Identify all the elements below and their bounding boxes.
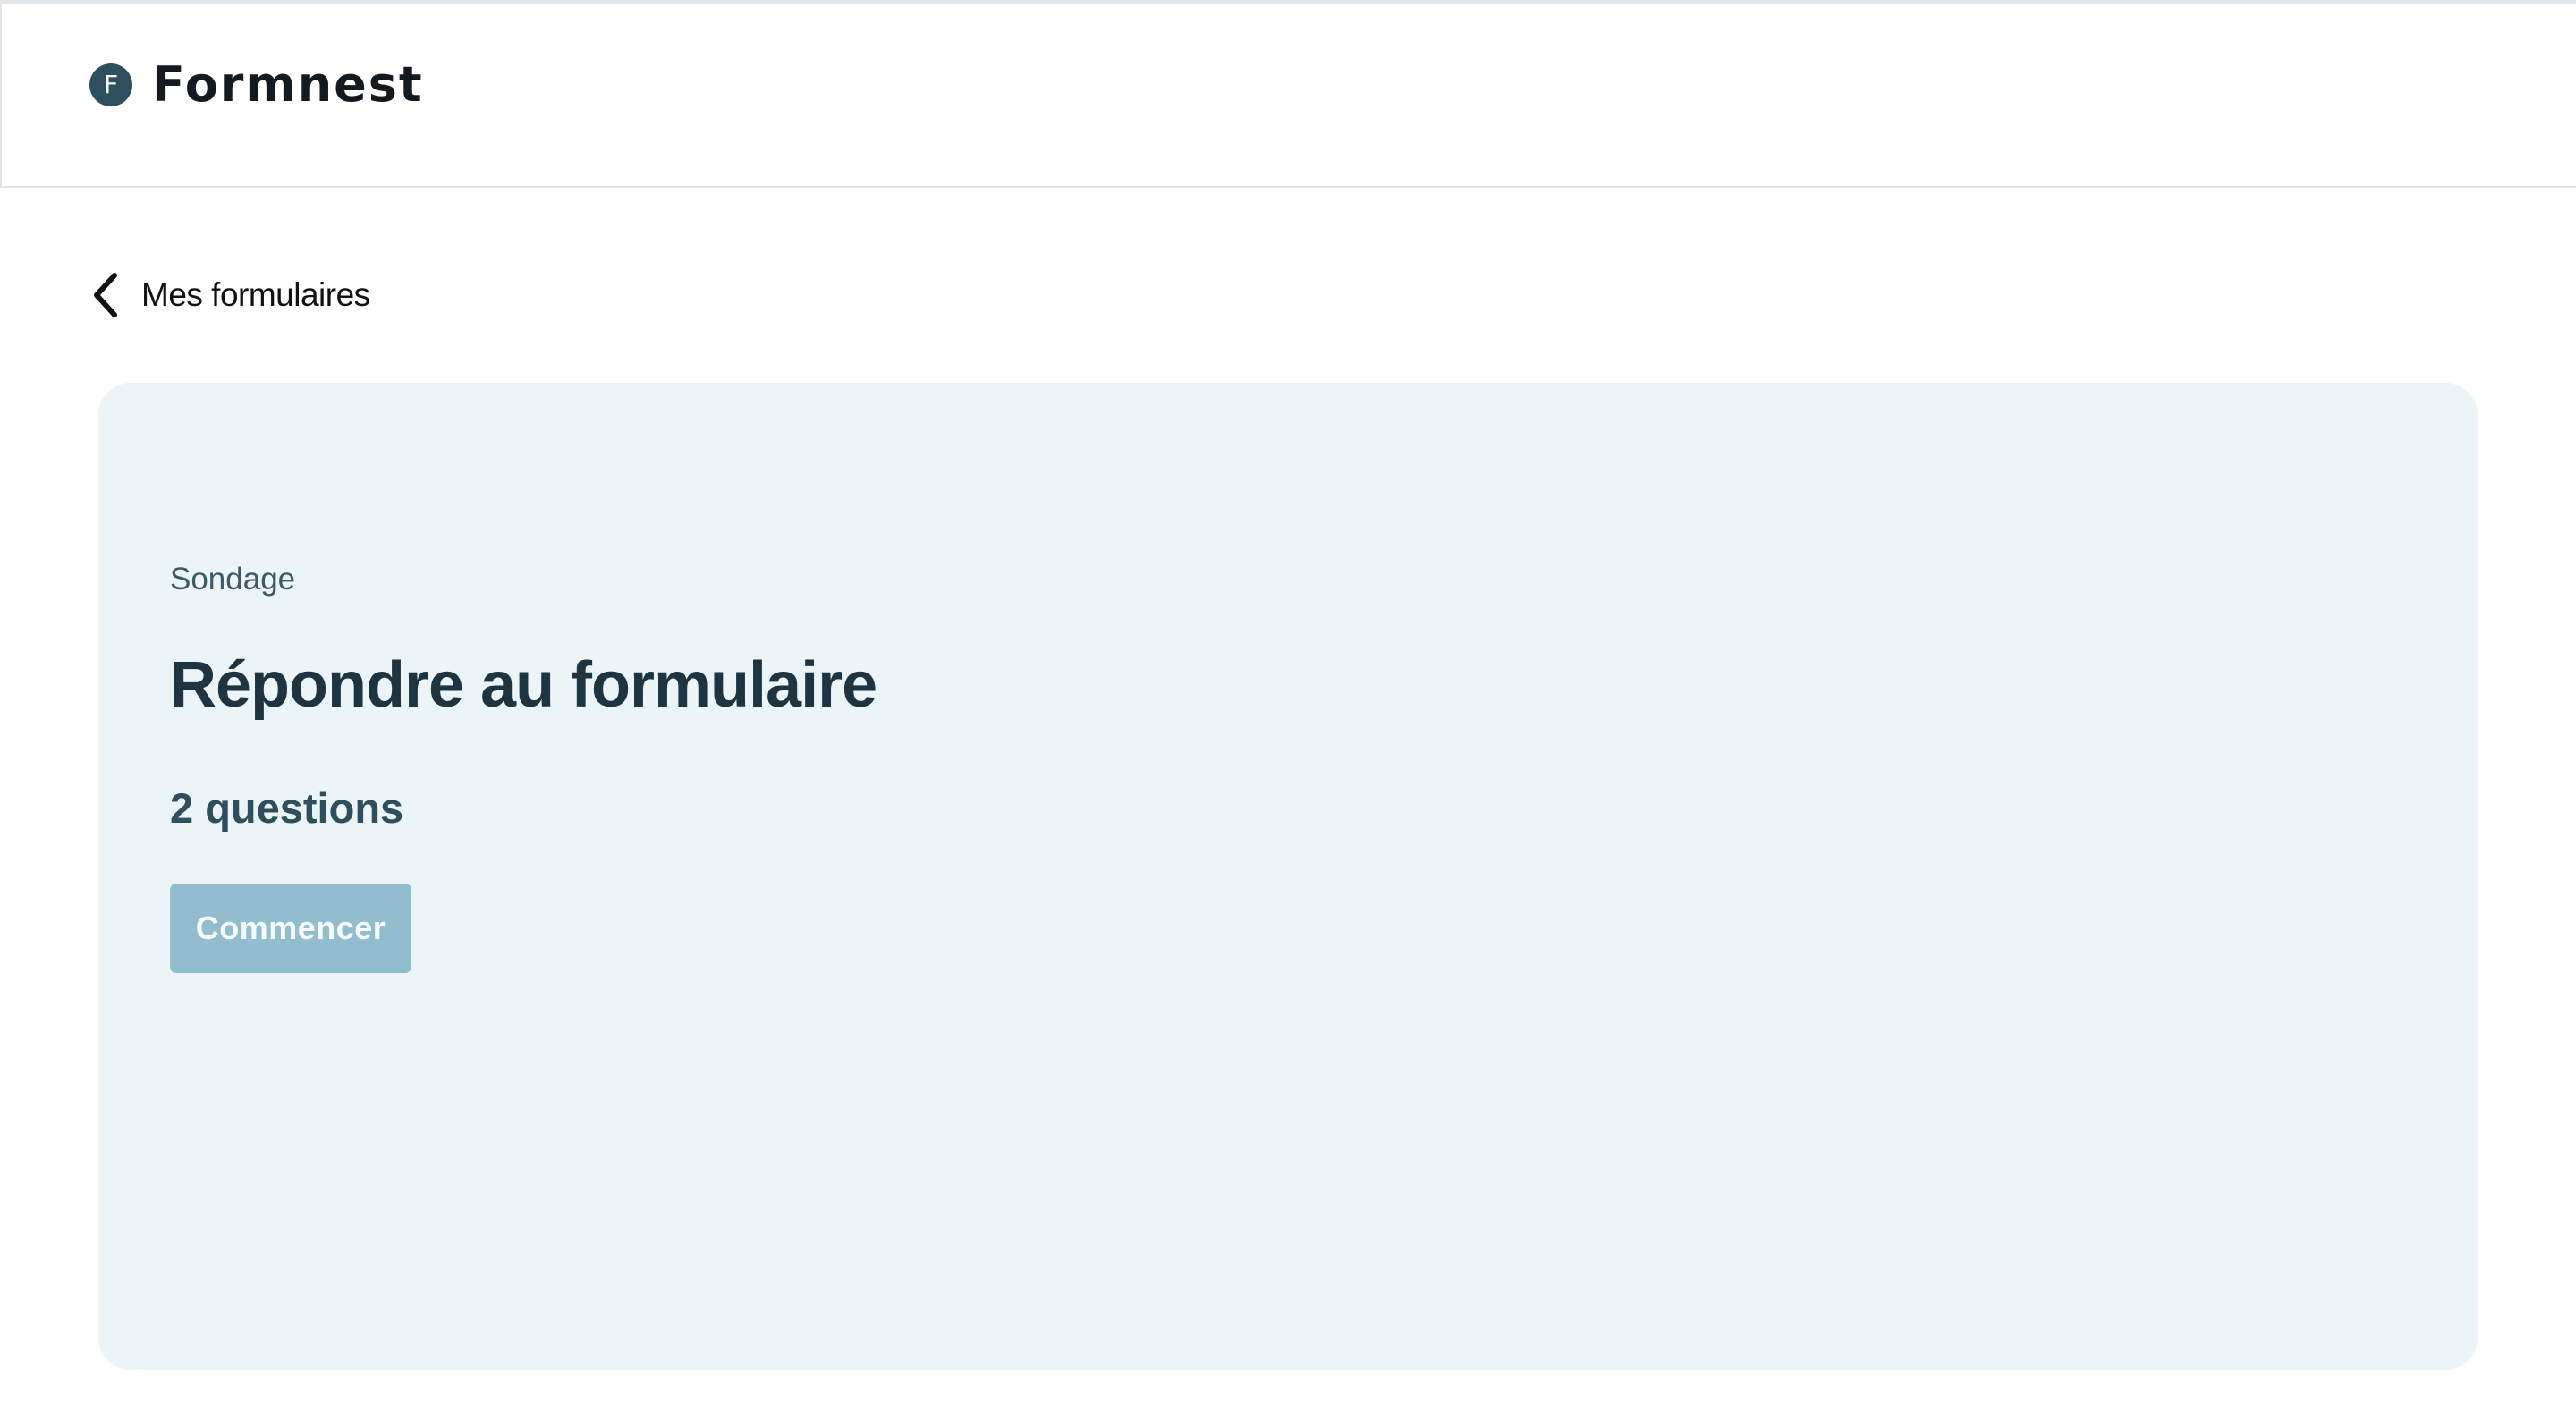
form-landing-page: F Formnest Mes formulaires Sondage Répon… xyxy=(0,0,2576,1413)
form-title: Répondre au formulaire xyxy=(170,649,877,721)
app-name: Formnest xyxy=(152,56,424,113)
top-bar: F Formnest xyxy=(0,0,2576,188)
question-count: 2 questions xyxy=(170,784,404,832)
back-link-label: Mes formulaires xyxy=(141,276,370,313)
chevron-left-icon xyxy=(94,273,117,317)
logo-badge: F xyxy=(89,63,132,106)
brand[interactable]: F Formnest xyxy=(89,61,424,109)
form-card: Sondage Répondre au formulaire 2 questio… xyxy=(98,383,2478,1370)
form-type-label: Sondage xyxy=(170,562,296,597)
back-to-my-forms-link[interactable]: Mes formulaires xyxy=(88,268,370,322)
start-button[interactable]: Commencer xyxy=(170,884,411,973)
